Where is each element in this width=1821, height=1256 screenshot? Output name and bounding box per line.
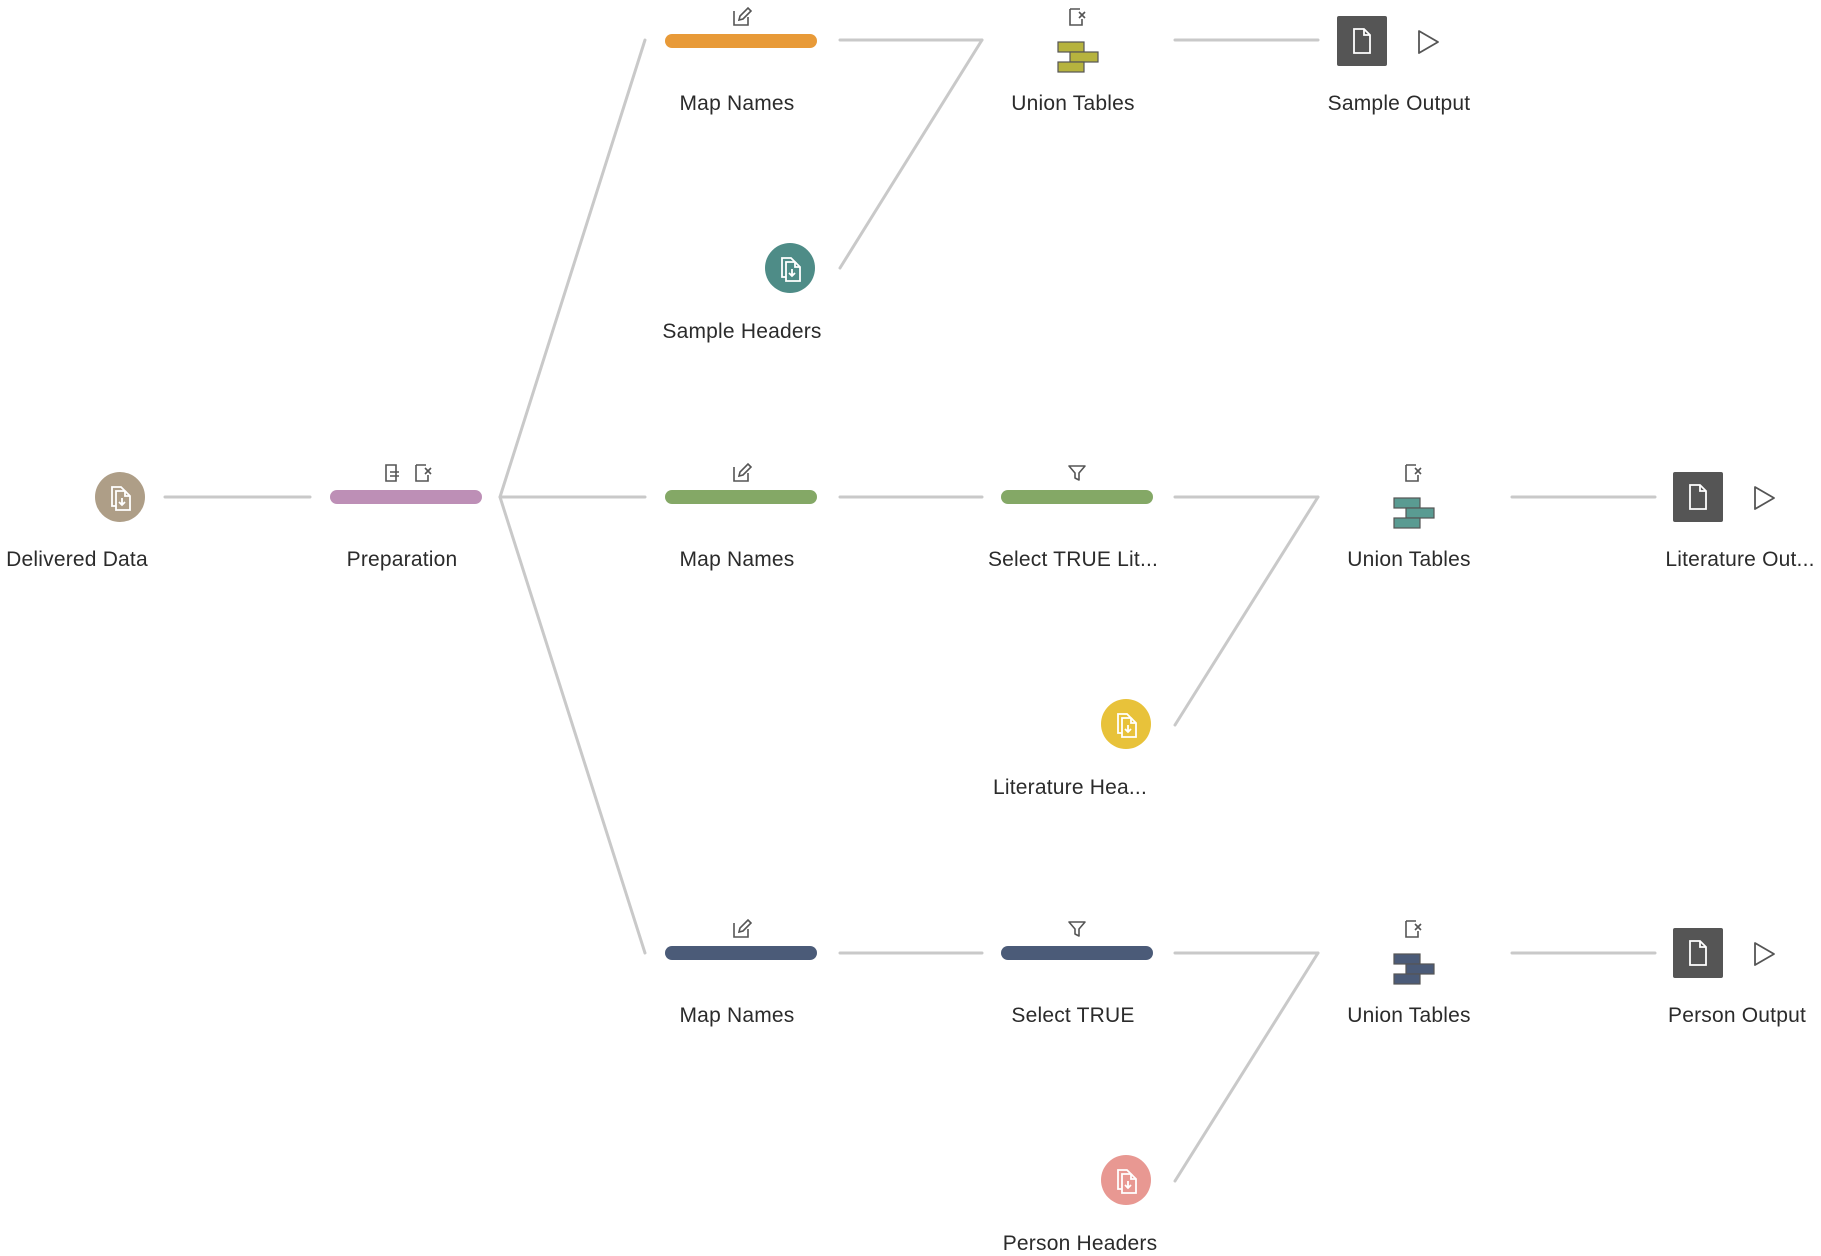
edit-pencil-icon[interactable] (730, 6, 753, 33)
flow-canvas (163, 38, 1657, 1183)
run-play-icon (1754, 486, 1775, 510)
sample-output-node[interactable] (1337, 16, 1387, 66)
union-tables-person-node[interactable] (1392, 952, 1436, 993)
union-tables-sample-node[interactable] (1056, 40, 1100, 81)
run-person-output-button[interactable] (1750, 940, 1778, 973)
sample-headers-label: Sample Headers (662, 320, 822, 343)
connector-literatureheaders-union (1173, 495, 1320, 727)
filter-icon[interactable] (1066, 462, 1088, 489)
filter-icon[interactable] (1066, 918, 1088, 945)
map-names-sample-step[interactable] (665, 34, 817, 48)
remove-field-icon[interactable] (412, 462, 434, 489)
preparation-label: Preparation (346, 548, 458, 571)
sample-output-label: Sample Output (1327, 92, 1471, 115)
person-output-label: Person Output (1667, 1004, 1807, 1027)
input-file-icon (1117, 1169, 1137, 1194)
connector-preparation-person (498, 495, 647, 955)
connector-preparation-sample (498, 38, 647, 499)
calculated-field-icon[interactable] (382, 462, 404, 489)
connector-sampleheaders-union (838, 38, 984, 270)
run-sample-output-button[interactable] (1414, 28, 1442, 61)
literature-output-node[interactable] (1673, 472, 1723, 522)
output-file-icon (1689, 484, 1707, 510)
select-true-literature-step[interactable] (1001, 490, 1153, 504)
union-icon (1393, 497, 1435, 529)
union-tables-sample-label: Union Tables (1011, 92, 1135, 115)
input-file-icon (111, 486, 131, 511)
connector-personheaders-union (1173, 951, 1320, 1183)
literature-headers-label: Literature Hea... (993, 776, 1147, 799)
union-icon (1057, 41, 1099, 73)
delivered-data-node[interactable] (95, 472, 145, 522)
delivered-data-label: Delivered Data (6, 548, 148, 571)
run-play-icon (1418, 30, 1439, 54)
select-true-person-label: Select TRUE (1011, 1004, 1135, 1027)
person-headers-node[interactable] (1101, 1155, 1151, 1205)
sample-headers-node[interactable] (765, 243, 815, 293)
remove-field-icon[interactable] (1402, 918, 1424, 945)
edit-pencil-icon[interactable] (730, 918, 753, 945)
person-output-node[interactable] (1673, 928, 1723, 978)
preparation-step[interactable] (330, 490, 482, 504)
map-names-person-label: Map Names (679, 1004, 795, 1027)
run-play-icon (1754, 942, 1775, 966)
remove-field-icon[interactable] (1066, 6, 1088, 33)
output-file-icon (1353, 28, 1371, 54)
remove-field-icon[interactable] (1402, 462, 1424, 489)
person-headers-label: Person Headers (1002, 1232, 1158, 1255)
map-names-literature-label: Map Names (679, 548, 795, 571)
map-names-literature-step[interactable] (665, 490, 817, 504)
edit-pencil-icon[interactable] (730, 462, 753, 489)
union-tables-person-label: Union Tables (1347, 1004, 1471, 1027)
run-literature-output-button[interactable] (1750, 484, 1778, 517)
literature-headers-node[interactable] (1101, 699, 1151, 749)
map-names-person-step[interactable] (665, 946, 817, 960)
map-names-sample-label: Map Names (679, 92, 795, 115)
select-true-literature-label: Select TRUE Lit... (987, 548, 1159, 571)
union-icon (1393, 953, 1435, 985)
union-tables-literature-label: Union Tables (1347, 548, 1471, 571)
output-file-icon (1689, 940, 1707, 966)
input-file-icon (781, 257, 801, 282)
select-true-person-step[interactable] (1001, 946, 1153, 960)
union-tables-literature-node[interactable] (1392, 496, 1436, 537)
literature-output-label: Literature Out... (1665, 548, 1815, 571)
input-file-icon (1117, 713, 1137, 738)
